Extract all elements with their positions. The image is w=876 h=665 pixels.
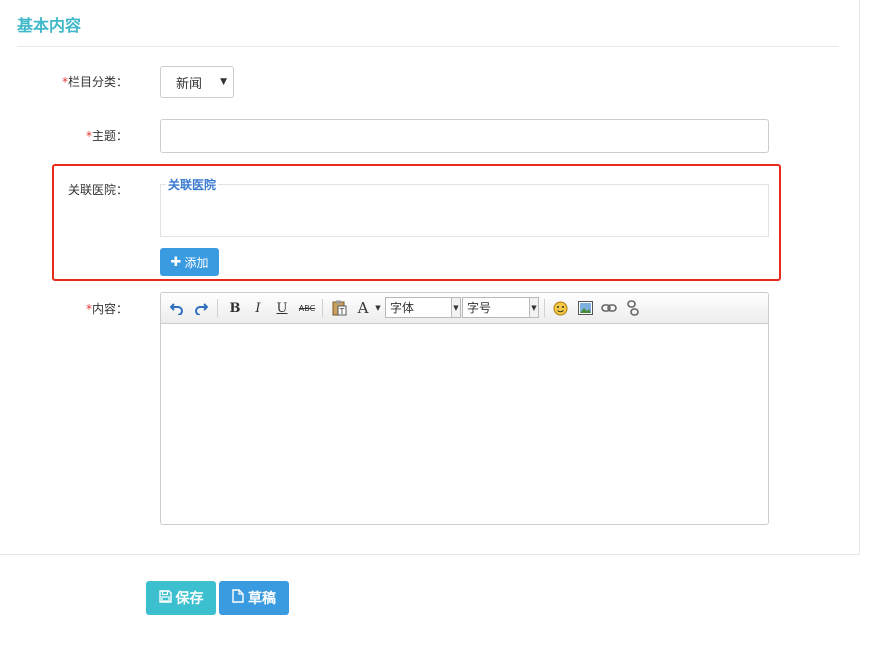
unlink-icon[interactable] (625, 299, 641, 317)
add-button-label: 添加 (184, 255, 209, 270)
category-value: 新闻 (176, 76, 203, 92)
redo-icon[interactable] (193, 299, 209, 317)
subject-label-text: 主题： (91, 129, 128, 143)
save-button[interactable]: 保存 (146, 581, 216, 615)
draft-button[interactable]: 草稿 (219, 581, 289, 615)
undo-icon[interactable] (169, 299, 185, 317)
toolbar-separator (217, 299, 218, 317)
bold-button[interactable]: B (227, 299, 243, 317)
font-size-value: 字号 (467, 301, 492, 315)
font-family-value: 字体 (390, 301, 415, 315)
hospital-label: 关联医院： (67, 183, 128, 197)
font-family-select[interactable]: 字体 ▼ (385, 297, 461, 318)
chevron-down-icon: ▼ (451, 298, 460, 317)
editor-content-area[interactable] (161, 324, 768, 524)
font-size-select[interactable]: 字号 ▼ (462, 297, 539, 318)
add-hospital-button[interactable]: ✚ 添加 (160, 248, 219, 276)
editor-toolbar: B I U ABC T A ▼ 字体 ▼ 字号 ▼ (161, 293, 768, 324)
hospital-fieldset (160, 184, 769, 237)
form-panel: 基本内容 *栏目分类： 新闻 ▼ *主题： 关联医院： 关联医院 ✚ 添加 *内… (0, 0, 860, 555)
category-label: *栏目分类： (18, 73, 128, 91)
save-label: 保存 (175, 591, 204, 607)
section-title: 基本内容 (17, 16, 82, 35)
category-select[interactable]: 新闻 ▼ (160, 66, 234, 98)
svg-text:T: T (338, 307, 344, 316)
category-label-text: 栏目分类： (67, 75, 128, 89)
content-label: *内容： (18, 300, 128, 318)
chevron-down-icon: ▼ (529, 298, 538, 317)
subject-input[interactable] (160, 119, 769, 153)
hospital-legend: 关联医院 (166, 177, 219, 193)
paste-text-icon[interactable]: T (331, 299, 347, 317)
file-icon (232, 589, 244, 607)
strikethrough-button[interactable]: ABC (297, 299, 317, 317)
title-divider (17, 46, 839, 47)
font-color-button[interactable]: A (356, 299, 370, 317)
chevron-down-icon[interactable]: ▼ (374, 299, 382, 317)
save-icon (158, 589, 172, 607)
content-label-text: 内容： (91, 302, 128, 316)
italic-button[interactable]: I (250, 299, 266, 317)
caret-down-icon: ▼ (220, 77, 227, 87)
link-icon[interactable] (601, 299, 617, 317)
toolbar-separator (544, 299, 545, 317)
emoticon-icon[interactable] (552, 299, 568, 317)
plus-icon: ✚ (170, 254, 182, 270)
image-icon[interactable] (577, 299, 593, 317)
toolbar-separator (322, 299, 323, 317)
subject-label: *主题： (18, 127, 128, 145)
rich-text-editor: B I U ABC T A ▼ 字体 ▼ 字号 ▼ (160, 292, 769, 525)
underline-button[interactable]: U (274, 299, 290, 317)
draft-label: 草稿 (248, 591, 276, 607)
